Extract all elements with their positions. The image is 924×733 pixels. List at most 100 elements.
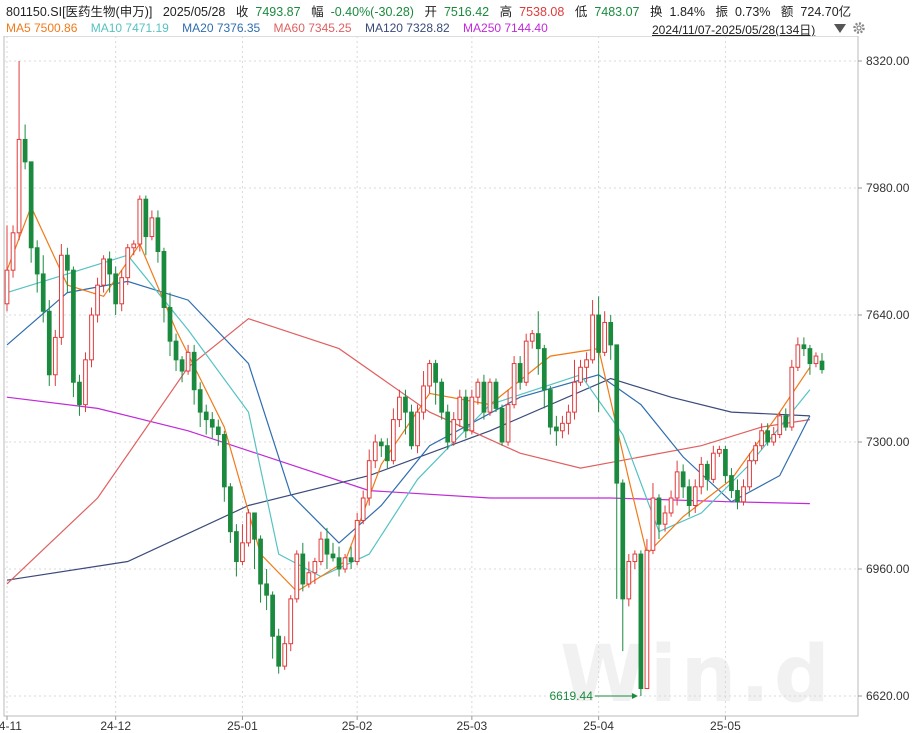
candle-down [384, 445, 390, 462]
candle-up [58, 254, 64, 338]
ma-legend-ma250: MA250 7144.40 [463, 21, 548, 35]
candle-down [686, 486, 692, 506]
candle-up [692, 486, 698, 506]
candle-up [590, 314, 595, 361]
candle-up [366, 460, 372, 499]
candle-down [173, 340, 179, 361]
candle-down [463, 396, 469, 432]
ma-legend: MA5 7500.86 MA10 7471.19 MA20 7376.35 MA… [6, 21, 558, 35]
candle-up [747, 460, 752, 488]
candle-down [215, 426, 221, 436]
candle-down [596, 314, 601, 353]
candle-down [433, 363, 438, 383]
ma-legend-ma60: MA60 7345.25 [273, 21, 352, 35]
candle-up [505, 404, 511, 443]
candle-down [541, 348, 547, 391]
candle-down [113, 273, 119, 305]
candle-down [554, 426, 559, 432]
quote-header: 801150.SI[医药生物(申万)] 2025/05/28 收 7493.87 … [6, 1, 858, 20]
candle-up [753, 445, 758, 462]
security-code-name: 801150.SI[医药生物(申万)] [6, 5, 153, 19]
candle-down [378, 441, 384, 447]
candle-down [234, 531, 239, 563]
candle-down [493, 381, 499, 409]
close-value: 7493.87 [255, 5, 301, 19]
candle-up [662, 512, 668, 525]
candle-up [578, 366, 583, 383]
candle-down [258, 538, 263, 585]
candle-up [16, 138, 22, 234]
candle-down [403, 396, 408, 413]
candle-down [34, 247, 40, 275]
change-value: -0.40%(-30.28) [330, 5, 414, 19]
candle-down [735, 490, 740, 503]
candle-down [807, 348, 813, 365]
candle-up [421, 385, 426, 413]
candle-down [348, 557, 354, 563]
turnover-label: 换 [650, 5, 663, 19]
x-tick-label: 24-11 [0, 719, 22, 733]
candle-down [680, 471, 686, 488]
low-marker-arrow [631, 693, 638, 699]
candle-down [221, 434, 227, 488]
candle-down [300, 553, 306, 585]
y-tick-label: 7300.00 [866, 435, 910, 449]
candle-up [131, 243, 137, 249]
candle-down [765, 430, 771, 443]
y-tick-label: 8320.00 [866, 54, 910, 68]
open-value: 7516.42 [443, 5, 490, 19]
ma-legend-ma120: MA120 7328.82 [364, 21, 450, 35]
candle-down [729, 475, 734, 492]
candle-down [264, 583, 269, 596]
y-tick-label: 6620.00 [866, 689, 910, 703]
candle-up [560, 422, 565, 432]
candle-down [656, 497, 662, 525]
candle-down [107, 258, 112, 275]
x-tick-label: 25-03 [457, 719, 488, 733]
candle-up [626, 561, 632, 600]
candle-up [240, 542, 245, 563]
candle-down [620, 482, 626, 600]
candle-down [439, 381, 445, 413]
candle-up [632, 553, 638, 563]
candle-up [529, 333, 535, 342]
candle-down [324, 538, 330, 555]
candle-down [638, 553, 644, 690]
candle-up [95, 284, 100, 316]
candle-up [119, 277, 125, 305]
candle-up [710, 452, 716, 480]
candle-up [566, 411, 571, 424]
candle-up [83, 359, 88, 406]
candle-down [65, 254, 70, 271]
candle-down [445, 411, 451, 443]
amount-value: 724.70亿 [800, 5, 852, 19]
candle-up [717, 448, 722, 454]
candle-up [668, 497, 674, 514]
candle-up [487, 381, 493, 413]
dropdown-triangle-icon[interactable] [834, 24, 846, 33]
x-tick-label: 24-12 [100, 719, 131, 733]
candle-up [777, 415, 783, 436]
candle-up [312, 561, 318, 574]
candle-up [741, 486, 746, 503]
candle-down [252, 512, 257, 540]
high-label: 高 [499, 5, 513, 19]
candle-down [46, 310, 52, 376]
candlestick-chart: 8320.00 7980.00 7640.00 7300.00 6960.00 6620.… [0, 36, 910, 733]
candle-down [179, 359, 185, 372]
candle-up [125, 247, 131, 279]
candle-up [282, 643, 288, 667]
candle-down [22, 138, 28, 163]
x-tick-label: 25-05 [710, 719, 741, 733]
candle-up [451, 419, 457, 443]
candle-down [40, 273, 46, 312]
candle-up [354, 519, 360, 563]
candle-down [191, 351, 197, 391]
open-label: 开 [424, 5, 437, 19]
ma-line-ma120 [6, 377, 810, 581]
candle-up [759, 430, 764, 447]
quote-date: 2025/05/28 [162, 5, 226, 19]
candle-up [137, 198, 143, 245]
settings-gear-icon[interactable] [852, 21, 866, 35]
ma-legend-ma10: MA10 7471.19 [90, 21, 169, 35]
